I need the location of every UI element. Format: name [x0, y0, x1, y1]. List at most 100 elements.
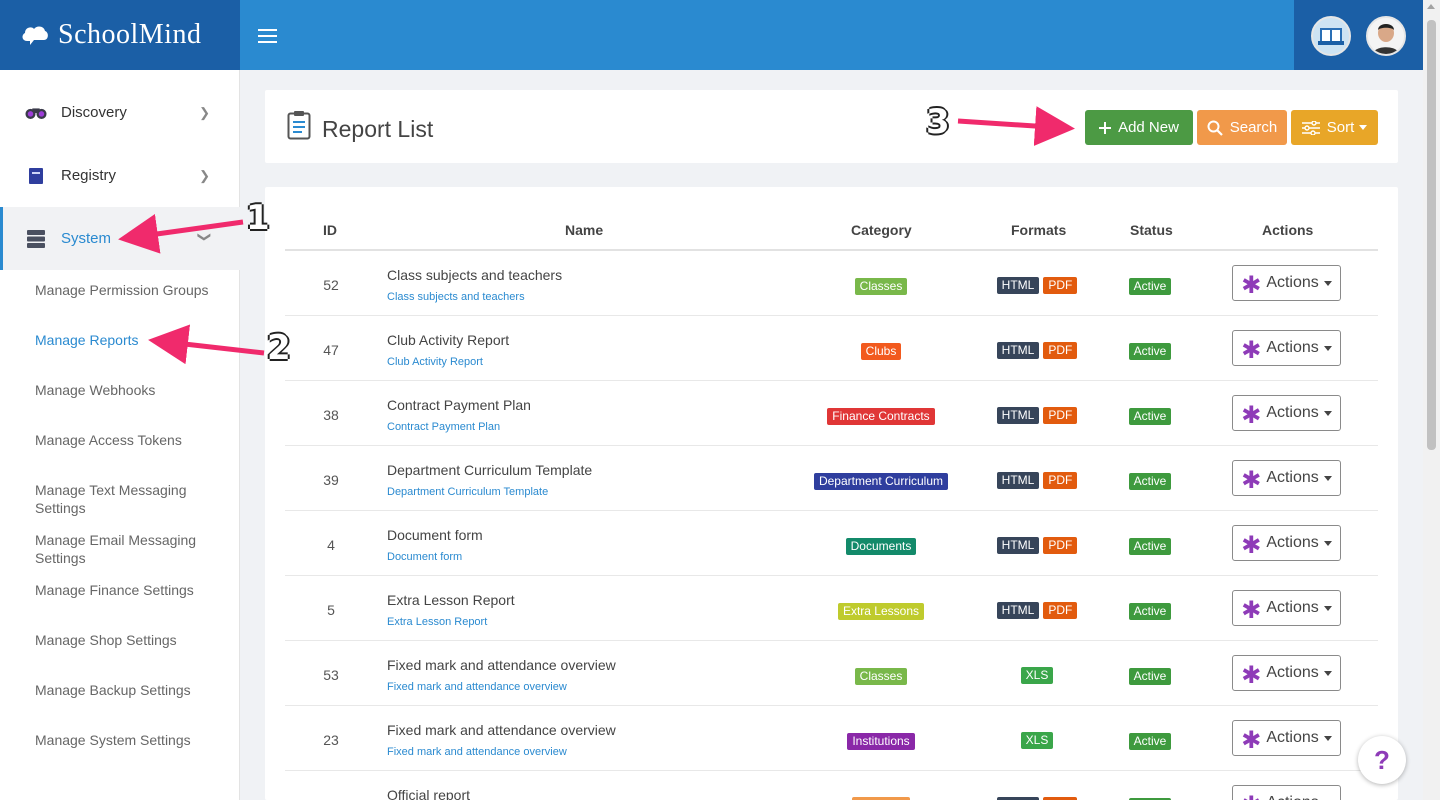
actions-dropdown-button[interactable]: ✱Actions	[1232, 265, 1341, 301]
user-area	[1294, 0, 1423, 70]
page-scrollbar[interactable]	[1423, 0, 1440, 800]
category-badge: Extra Lessons	[837, 603, 925, 620]
actions-label: Actions	[1266, 794, 1318, 800]
category-badge: Department Curriculum	[813, 473, 949, 490]
category-badge: Classes	[854, 668, 908, 685]
sidebar-sub-permission-groups[interactable]: Manage Permission Groups	[35, 281, 225, 299]
chevron-right-icon: ❯	[199, 168, 210, 183]
actions-dropdown-button[interactable]: ✱Actions	[1232, 525, 1341, 561]
add-new-button[interactable]: Add New	[1085, 110, 1193, 145]
status-badge: Active	[1128, 278, 1172, 295]
actions-dropdown-button[interactable]: ✱Actions	[1232, 720, 1341, 756]
sidebar-sub-webhooks[interactable]: Manage Webhooks	[35, 381, 225, 399]
asterisk-icon: ✱	[1241, 662, 1262, 689]
actions-label: Actions	[1266, 664, 1319, 681]
report-name: Department Curriculum Template	[387, 462, 593, 478]
column-category[interactable]: Category	[851, 222, 912, 238]
report-name: Fixed mark and attendance overview	[387, 657, 616, 673]
report-link[interactable]: Class subjects and teachers	[387, 291, 525, 303]
scrollbar-thumb[interactable]	[1427, 20, 1436, 450]
report-link[interactable]: Extra Lesson Report	[387, 616, 487, 628]
sidebar-sub-text-messaging[interactable]: Manage Text Messaging Settings	[35, 481, 225, 517]
sidebar-sub-system-settings[interactable]: Manage System Settings	[35, 731, 225, 749]
format-badge: XLS	[1020, 732, 1054, 749]
report-link[interactable]: Fixed mark and attendance overview	[387, 681, 567, 693]
sidebar-sub-access-tokens[interactable]: Manage Access Tokens	[35, 431, 225, 449]
table-row: 38 Contract Payment Plan Contract Payment …	[285, 381, 1378, 446]
column-name[interactable]: Name	[565, 222, 603, 238]
brand-logo[interactable]: SchoolMind	[0, 0, 240, 70]
table-row: 5 Extra Lesson Report Extra Lesson Report E…	[285, 576, 1378, 641]
caret-down-icon	[1323, 475, 1332, 481]
report-id: 52	[323, 277, 339, 293]
school-avatar[interactable]	[1311, 16, 1351, 56]
status-badge: Active	[1128, 343, 1172, 360]
format-badge: HTML	[996, 342, 1040, 359]
column-actions: Actions	[1262, 222, 1314, 238]
report-link[interactable]: Contract Payment Plan	[387, 421, 500, 433]
actions-dropdown-button[interactable]: ✱Actions	[1232, 785, 1341, 800]
caret-down-icon	[1323, 540, 1332, 546]
actions-label: Actions	[1266, 729, 1319, 746]
asterisk-icon: ✱	[1241, 727, 1262, 754]
sliders-icon	[1301, 120, 1320, 135]
actions-label: Actions	[1266, 339, 1319, 356]
column-formats[interactable]: Formats	[1011, 222, 1066, 238]
actions-dropdown-button[interactable]: ✱Actions	[1232, 655, 1341, 691]
sidebar-item-system[interactable]: System ❯	[0, 207, 240, 270]
sidebar-sub-reports[interactable]: Manage Reports	[35, 331, 225, 349]
chevron-right-icon: ❯	[199, 105, 210, 120]
report-id: 5	[327, 602, 335, 618]
user-photo-icon	[1368, 18, 1404, 54]
report-link[interactable]: Fixed mark and attendance overview	[387, 746, 567, 758]
actions-dropdown-button[interactable]: ✱Actions	[1232, 460, 1341, 496]
formats-cell: HTMLPDF	[957, 342, 1117, 359]
sidebar-sub-backup[interactable]: Manage Backup Settings	[35, 681, 225, 699]
sidebar-sub-finance[interactable]: Manage Finance Settings	[35, 581, 225, 599]
status-cell: Active	[1105, 667, 1195, 685]
formats-cell: HTMLPDF	[957, 602, 1117, 619]
formats-cell: HTMLPDF	[957, 407, 1117, 424]
user-avatar[interactable]	[1366, 16, 1406, 56]
sidebar-sub-shop[interactable]: Manage Shop Settings	[35, 631, 225, 649]
table-row: 52 Class subjects and teachers Class subje…	[285, 251, 1378, 316]
sidebar: Discovery ❯ Registry ❯ System ❯ Manage P…	[0, 70, 240, 800]
column-id[interactable]: ID	[323, 222, 337, 238]
formats-cell: HTMLPDF	[957, 277, 1117, 294]
status-cell: Active	[1105, 342, 1195, 360]
status-badge: Active	[1128, 408, 1172, 425]
scroll-up-icon[interactable]	[1427, 4, 1435, 9]
status-badge: Active	[1128, 473, 1172, 490]
asterisk-icon: ✱	[1241, 532, 1262, 559]
sidebar-item-registry[interactable]: Registry ❯	[0, 144, 240, 207]
status-badge: Active	[1128, 733, 1172, 750]
actions-dropdown-button[interactable]: ✱Actions	[1232, 590, 1341, 626]
help-button[interactable]: ?	[1358, 736, 1406, 784]
caret-down-icon	[1323, 280, 1332, 286]
report-link[interactable]: Document form	[387, 551, 462, 563]
format-badge: HTML	[996, 472, 1040, 489]
table-row: 49Official reportHTMLPDFActive✱Actions	[285, 771, 1378, 800]
search-button[interactable]: Search	[1197, 110, 1287, 145]
menu-toggle-icon[interactable]	[258, 29, 280, 45]
actions-dropdown-button[interactable]: ✱Actions	[1232, 330, 1341, 366]
actions-dropdown-button[interactable]: ✱Actions	[1232, 395, 1341, 431]
table-row: 47 Club Activity Report Club Activity Repo…	[285, 316, 1378, 381]
report-link[interactable]: Department Curriculum Template	[387, 486, 548, 498]
report-id: 23	[323, 732, 339, 748]
sidebar-item-discovery[interactable]: Discovery ❯	[0, 81, 240, 144]
format-badge: PDF	[1043, 277, 1078, 294]
sort-button[interactable]: Sort	[1291, 110, 1378, 145]
actions-label: Actions	[1266, 404, 1319, 421]
format-badge: HTML	[996, 407, 1040, 424]
search-icon	[1207, 120, 1223, 136]
column-status[interactable]: Status	[1130, 222, 1173, 238]
school-book-icon	[1318, 28, 1344, 45]
formats-cell: HTMLPDF	[957, 537, 1117, 554]
sidebar-sub-email-messaging[interactable]: Manage Email Messaging Settings	[35, 531, 225, 567]
report-name: Class subjects and teachers	[387, 267, 563, 283]
category-badge: Finance Contracts	[827, 408, 935, 425]
report-id: 4	[327, 537, 335, 553]
status-cell: Active	[1105, 732, 1195, 750]
report-link[interactable]: Club Activity Report	[387, 356, 483, 368]
